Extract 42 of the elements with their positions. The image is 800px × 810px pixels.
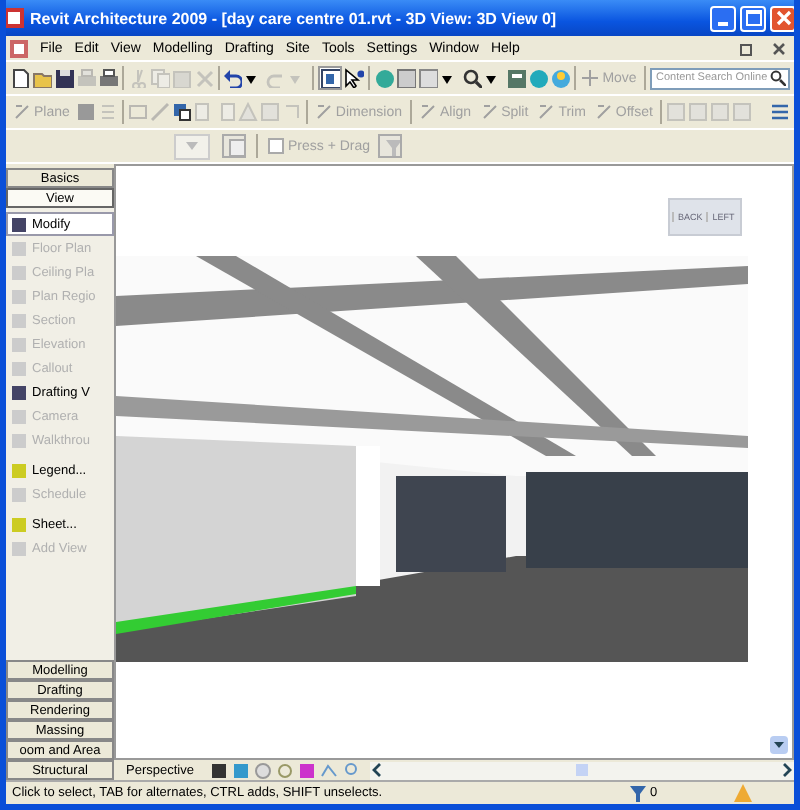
arrow-left-icon[interactable] [369, 762, 386, 778]
properties-icon[interactable] [222, 134, 246, 158]
help-arrow-icon[interactable] [343, 68, 364, 88]
folder-icon[interactable] [32, 68, 52, 88]
minimize-button[interactable] [710, 5, 736, 31]
pencil-icon [481, 104, 498, 120]
move-icon [582, 70, 599, 86]
filter-icon[interactable] [630, 785, 646, 801]
close-button[interactable] [770, 5, 794, 31]
frame-icon[interactable] [127, 102, 148, 122]
pencil-icon [419, 104, 436, 120]
pencil-icon [14, 104, 30, 120]
list-icon[interactable] [770, 102, 790, 122]
app-icon [6, 8, 24, 28]
maximize-button[interactable] [740, 5, 766, 31]
pencil-icon [315, 104, 332, 120]
caret-icon [186, 142, 198, 150]
window-switch-icon[interactable] [317, 66, 342, 90]
scroll-thumb[interactable] [575, 764, 588, 776]
pencil-icon [538, 104, 555, 120]
restore-icon[interactable] [738, 41, 752, 55]
horizontal-scrollbar[interactable] [369, 761, 794, 779]
zoom-icon[interactable] [461, 68, 482, 88]
close-icon [775, 10, 791, 26]
paint-icon[interactable] [171, 102, 192, 122]
save-icon[interactable] [54, 68, 74, 88]
close-icon[interactable] [772, 41, 786, 55]
pencil-icon [595, 104, 612, 120]
scroll-arrow-icon[interactable] [770, 736, 788, 754]
window-title: Revit Architecture 2009 - [day care centre 01.rvt - 3D View: 3D View 0] [30, 9, 559, 27]
printer-icon[interactable] [98, 68, 118, 88]
undo-icon[interactable] [222, 68, 243, 88]
align-icon[interactable] [97, 102, 118, 122]
warning-icon[interactable] [734, 784, 752, 802]
arrow-right-icon[interactable] [778, 762, 794, 778]
delete-icon[interactable] [193, 68, 214, 88]
scissors-icon[interactable] [127, 68, 148, 88]
type-dropdown[interactable] [174, 133, 210, 159]
search-icon[interactable] [770, 70, 786, 86]
new-file-icon[interactable] [10, 68, 30, 88]
square-icon[interactable] [75, 102, 96, 122]
maximize-icon [745, 10, 761, 26]
